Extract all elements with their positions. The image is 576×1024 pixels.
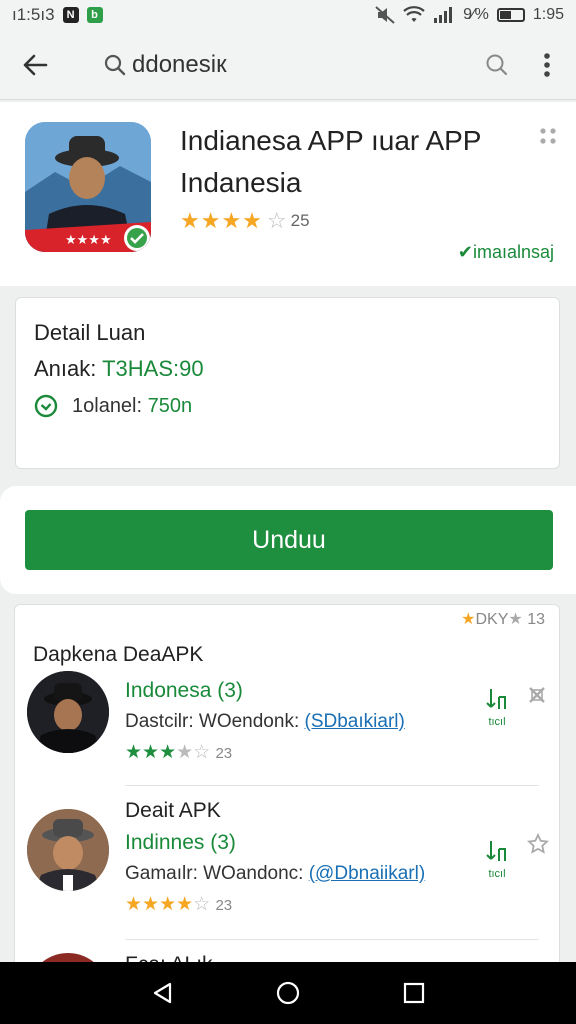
status-time-left: ı1:5ı3 bbox=[12, 5, 55, 24]
grid-icon[interactable] bbox=[538, 126, 558, 151]
item-name: Indinnes (3) bbox=[125, 831, 236, 854]
wifi-icon bbox=[403, 6, 425, 22]
search-field[interactable]: ddonesiк bbox=[104, 51, 227, 79]
list-divider bbox=[125, 785, 539, 786]
svg-text:★★★★: ★★★★ bbox=[65, 233, 112, 248]
search-icon bbox=[104, 54, 126, 75]
related-apps-card: ★DKY★ 13 Dapkena DeaAPK Indonesa (3) Das… bbox=[14, 604, 560, 974]
android-value: T3HAS:90 bbox=[102, 356, 204, 381]
list-rating: ★DKY★ 13 bbox=[461, 611, 545, 628]
app-rating: ★★★★ ☆ 25 bbox=[180, 208, 310, 234]
notification-download-icon: b bbox=[86, 7, 103, 23]
verified-badge: ✔imaıalnsaj bbox=[457, 242, 554, 262]
mute-icon bbox=[375, 6, 395, 24]
item-rating: ★★★★☆ 23 bbox=[125, 742, 233, 763]
detail-title: Detail Luan bbox=[34, 320, 146, 345]
star-icon: ★ bbox=[461, 611, 476, 628]
android-version-row: Anıak: T3HAS:90 bbox=[34, 356, 204, 382]
list-item[interactable]: Indonesa (3) Dastcilr: WOendonk: (SDbaık… bbox=[15, 669, 559, 769]
search-toolbar: ddonesiк bbox=[0, 30, 576, 100]
android-label: Anıak: bbox=[34, 356, 97, 381]
size-row: 1olanel: 750n bbox=[34, 394, 192, 418]
search-icon bbox=[486, 54, 508, 75]
size-value: 750n bbox=[147, 394, 193, 417]
list-header: Dapkena DeaAPK bbox=[33, 643, 204, 666]
developer-link[interactable]: (@Dbnaiikarl) bbox=[309, 863, 425, 884]
back-button[interactable] bbox=[10, 40, 60, 90]
download-icon bbox=[486, 841, 506, 861]
app-icon[interactable]: ★★★★ bbox=[25, 122, 151, 252]
download-section: Unduu bbox=[0, 486, 576, 594]
more-vert-icon bbox=[544, 52, 550, 77]
notification-app-icon: N bbox=[62, 7, 79, 23]
search-button[interactable] bbox=[472, 40, 522, 90]
close-icon[interactable] bbox=[527, 685, 547, 710]
status-bar: ı1:5ı3 N b 9⁄% 1:95 bbox=[0, 0, 576, 30]
developer-link[interactable]: (SDbaıkiarl) bbox=[305, 711, 405, 732]
app-title: Indianesa APP ıuar APP Indanesia bbox=[180, 125, 481, 198]
item-rating: ★★★★☆ 23 bbox=[125, 894, 233, 915]
rating-stars: ★★★★ bbox=[180, 208, 263, 233]
rating-value: 25 bbox=[290, 211, 310, 230]
rating-star-empty: ☆ bbox=[266, 208, 287, 233]
avatar bbox=[27, 671, 109, 753]
nav-home-icon[interactable] bbox=[276, 981, 300, 1005]
item-name: Indonesa (3) bbox=[125, 679, 243, 702]
list-rating-count: 13 bbox=[527, 611, 545, 628]
download-icon bbox=[486, 689, 506, 709]
back-arrow-icon bbox=[23, 54, 48, 75]
overflow-menu-button[interactable] bbox=[522, 40, 572, 90]
system-nav-bar bbox=[0, 962, 576, 1024]
nav-back-icon[interactable] bbox=[151, 981, 173, 1005]
avatar bbox=[27, 809, 109, 891]
size-label: 1olanel: bbox=[72, 394, 143, 417]
status-time-right: 1:95 bbox=[532, 6, 564, 23]
nav-recents-icon[interactable] bbox=[403, 982, 425, 1004]
item-download-button[interactable]: tıcıl bbox=[481, 839, 513, 880]
star-outline-icon[interactable] bbox=[526, 832, 550, 860]
app-header-card: ★★★★ Indianesa APP ıuar APP Indanesia ★★… bbox=[0, 102, 576, 286]
search-query: ddonesiк bbox=[132, 50, 227, 78]
battery-percent: 9⁄% bbox=[463, 6, 489, 23]
list-divider bbox=[125, 939, 539, 940]
item-download-button[interactable]: tıcıl bbox=[481, 687, 513, 728]
check-circle-icon bbox=[34, 394, 58, 418]
detail-card: Detail Luan Anıak: T3HAS:90 1olanel: 750… bbox=[15, 297, 560, 469]
list-item[interactable]: Deait APK Indinnes (3) Gamaılr: WOandonc… bbox=[15, 797, 559, 917]
item-detail: Dastcilr: WOendonk: (SDbaıkiarl) bbox=[125, 711, 405, 732]
item-detail: Gamaılr: WOandonc: (@Dbnaiikarl) bbox=[125, 863, 426, 884]
cell-signal-icon bbox=[434, 7, 453, 23]
item-title: Deait APK bbox=[125, 799, 221, 822]
download-button[interactable]: Unduu bbox=[25, 510, 553, 570]
battery-icon bbox=[496, 8, 525, 22]
